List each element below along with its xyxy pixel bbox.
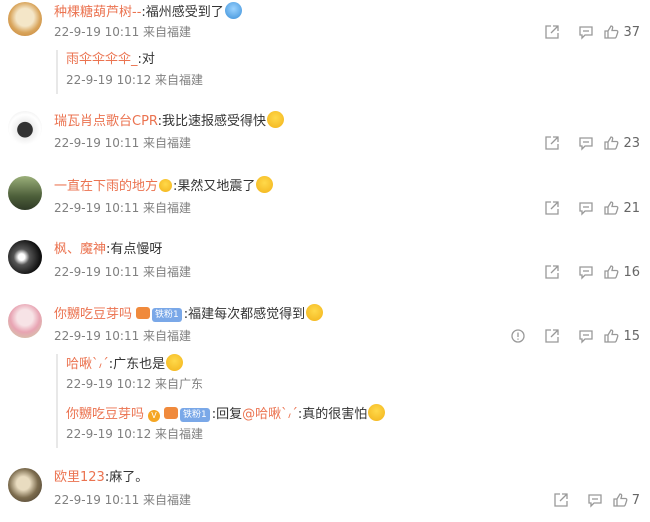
share-icon[interactable] xyxy=(544,490,578,510)
thumbs-up-icon xyxy=(604,329,619,343)
cry-emoji-icon xyxy=(368,404,386,421)
reply-text: :广东也是 xyxy=(108,357,166,372)
reply-time: 22-9-19 10:12 来自福建 xyxy=(66,427,204,441)
fan-badge: 铁粉1 xyxy=(152,308,182,322)
reply-username[interactable]: 雨伞伞伞伞_ xyxy=(66,52,138,67)
cry-emoji-icon xyxy=(166,354,184,371)
reply-username[interactable]: 你嬲吃豆芽吗 xyxy=(66,407,144,422)
comment-icon[interactable] xyxy=(578,490,612,510)
emoji-icon xyxy=(159,179,173,192)
thumbs-up-icon xyxy=(604,201,619,215)
share-icon[interactable] xyxy=(535,133,569,153)
avatar[interactable] xyxy=(8,111,42,145)
comment-username[interactable]: 欧里123 xyxy=(54,470,105,485)
comment-username[interactable]: 你嬲吃豆芽吗 xyxy=(54,307,132,322)
reply-time: 22-9-19 10:12 来自福建 xyxy=(66,73,204,87)
comment-text: :福州感受到了 xyxy=(141,5,224,20)
fan-badge: 铁粉1 xyxy=(180,408,210,422)
like-count: 37 xyxy=(623,24,640,40)
fan-badge-icon xyxy=(164,407,179,419)
share-icon[interactable] xyxy=(535,198,569,218)
avatar[interactable] xyxy=(8,304,42,338)
like-button[interactable]: 37 xyxy=(603,24,640,40)
like-count: 15 xyxy=(623,328,640,344)
comment-text: :麻了。 xyxy=(104,470,149,485)
reply-mention[interactable]: @哈啾ˋ៸ˊ xyxy=(242,407,298,422)
reply-text: :对 xyxy=(137,52,155,67)
thumbs-up-icon xyxy=(604,136,619,150)
reply-0: 雨伞伞伞伞_:对 22-9-19 10:12 来自福建 xyxy=(66,50,636,94)
comment-text: :福建每次都感觉得到 xyxy=(183,307,306,322)
vip-icon: V xyxy=(148,410,161,422)
comment-username[interactable]: 一直在下雨的地方 xyxy=(54,179,158,194)
emoji-icon xyxy=(224,2,242,19)
reply-0: 哈啾ˋ៸ˊ:广东也是 22-9-19 10:12 来自广东 xyxy=(66,354,636,398)
comment-icon[interactable] xyxy=(569,133,603,153)
thumbs-up-icon xyxy=(604,265,619,279)
cry-emoji-icon xyxy=(256,176,274,193)
share-icon[interactable] xyxy=(535,22,569,42)
like-button[interactable]: 23 xyxy=(603,135,640,151)
like-button[interactable]: 7 xyxy=(612,492,640,508)
reply-time: 22-9-19 10:12 来自广东 xyxy=(66,377,204,391)
share-icon[interactable] xyxy=(535,262,569,282)
share-icon[interactable] xyxy=(535,326,569,346)
like-count: 21 xyxy=(623,200,640,216)
cry-emoji-icon xyxy=(306,304,324,321)
fan-badge-icon xyxy=(136,307,151,319)
laugh-emoji-icon xyxy=(266,111,284,128)
comment-username[interactable]: 种棵糖葫芦树-- xyxy=(54,5,141,20)
report-icon[interactable] xyxy=(501,326,535,346)
avatar[interactable] xyxy=(8,176,42,210)
like-count: 16 xyxy=(623,264,640,280)
comment-text: :果然又地震了 xyxy=(173,179,256,194)
like-button[interactable]: 16 xyxy=(603,264,640,280)
comment-icon[interactable] xyxy=(569,22,603,42)
like-button[interactable]: 15 xyxy=(603,328,640,344)
comment-username[interactable]: 枫、魔神 xyxy=(54,242,106,257)
comment-text: :有点慢呀 xyxy=(106,242,163,257)
avatar[interactable] xyxy=(8,468,42,502)
reply-prefix: :回复 xyxy=(211,407,243,422)
comment-username[interactable]: 瑞瓦肖点歌台CPR xyxy=(54,114,158,129)
comment-icon[interactable] xyxy=(569,198,603,218)
reply-text: :真的很害怕 xyxy=(297,407,368,422)
like-count: 23 xyxy=(623,135,640,151)
comment-icon[interactable] xyxy=(569,262,603,282)
avatar[interactable] xyxy=(8,2,42,36)
comment-text: :我比速报感受得快 xyxy=(157,114,266,129)
thumbs-up-icon xyxy=(604,25,619,39)
reply-1: 你嬲吃豆芽吗 V 铁粉1:回复@哈啾ˋ៸ˊ:真的很害怕 22-9-19 10:12 … xyxy=(66,404,636,448)
reply-username[interactable]: 哈啾ˋ៸ˊ xyxy=(66,357,109,372)
avatar[interactable] xyxy=(8,240,42,274)
comment-icon[interactable] xyxy=(569,326,603,346)
like-count: 7 xyxy=(631,492,640,508)
like-button[interactable]: 21 xyxy=(603,200,640,216)
thumbs-up-icon xyxy=(613,493,628,507)
